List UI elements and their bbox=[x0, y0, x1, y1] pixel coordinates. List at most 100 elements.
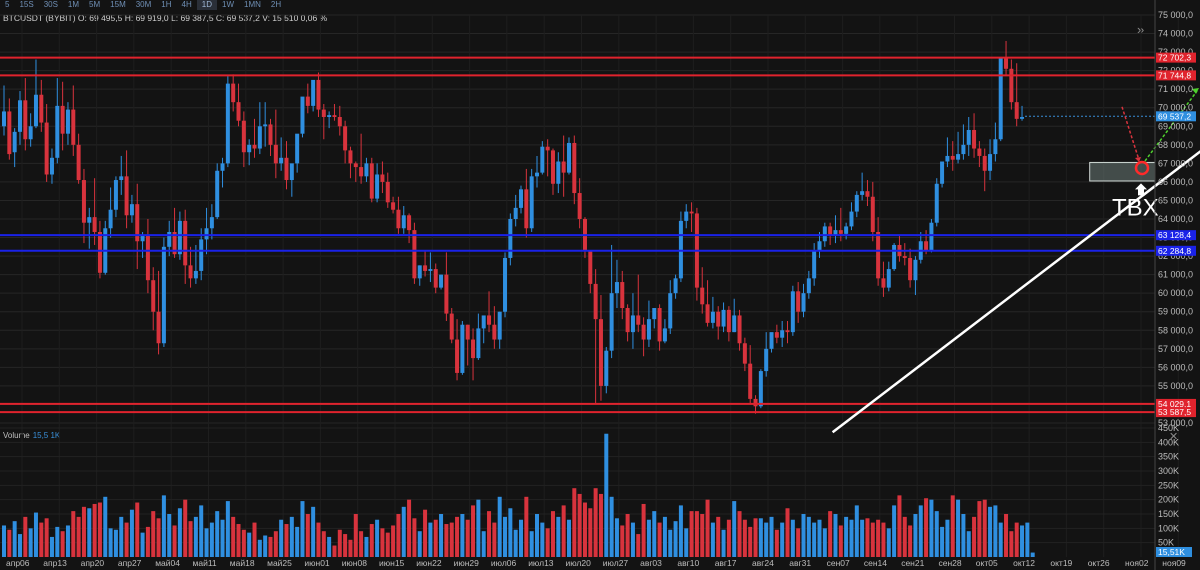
candle-body bbox=[625, 308, 630, 333]
candle-body bbox=[412, 230, 417, 279]
candle-body bbox=[577, 193, 582, 219]
volume-bar bbox=[33, 512, 38, 557]
volume-bar bbox=[455, 516, 460, 557]
volume-bar bbox=[241, 529, 246, 557]
volume-bar bbox=[956, 499, 961, 557]
volume-bar bbox=[748, 526, 753, 557]
candle-body bbox=[140, 235, 145, 242]
candle-body bbox=[471, 339, 476, 359]
candle-body bbox=[1004, 57, 1009, 69]
candle-body bbox=[662, 328, 667, 342]
volume-bar bbox=[268, 536, 273, 557]
candle-body bbox=[726, 309, 731, 333]
candle-body bbox=[449, 313, 454, 340]
volume-bar bbox=[726, 519, 731, 557]
volume-bar bbox=[982, 499, 987, 557]
volume-bar bbox=[65, 525, 70, 557]
annotation-label: TBX bbox=[1112, 194, 1159, 221]
price-tick-label: 74 000,0 bbox=[1158, 29, 1193, 39]
volume-bar bbox=[721, 529, 726, 557]
candle-body bbox=[97, 231, 102, 273]
volume-bar bbox=[710, 522, 715, 557]
candle-body bbox=[39, 94, 44, 123]
volume-bar bbox=[188, 521, 193, 557]
candle-body bbox=[337, 117, 342, 127]
candle-body bbox=[268, 124, 273, 145]
volume-bar bbox=[300, 501, 305, 557]
candle-body bbox=[796, 291, 801, 312]
date-tick-label: ноя02 bbox=[1125, 558, 1149, 568]
candlestick-chart[interactable]: TBX 75 000,074 000,073 000,072 000,071 0… bbox=[0, 0, 1200, 570]
price-grid bbox=[0, 14, 1179, 557]
volume-bar bbox=[113, 529, 118, 557]
candle-body bbox=[721, 309, 726, 327]
candle-body bbox=[2, 111, 6, 127]
volume-bar bbox=[662, 516, 667, 557]
volume-bar bbox=[988, 506, 993, 557]
volume-bar bbox=[737, 511, 742, 557]
candle-body bbox=[49, 157, 54, 175]
candle-body bbox=[359, 167, 364, 177]
volume-bar bbox=[993, 505, 998, 557]
candle-body bbox=[652, 308, 657, 320]
candle-body bbox=[705, 304, 710, 323]
candle-body bbox=[844, 226, 849, 234]
candle-body bbox=[295, 133, 300, 164]
volume-bar bbox=[577, 493, 582, 557]
volume-bar bbox=[385, 532, 390, 557]
volume-bar bbox=[321, 531, 326, 557]
candle-body bbox=[321, 109, 326, 117]
volume-bar bbox=[236, 524, 241, 557]
volume-bar bbox=[55, 526, 60, 557]
candle-body bbox=[540, 146, 545, 173]
candle-body bbox=[961, 144, 966, 155]
volume-bar bbox=[193, 516, 198, 557]
volume-bar bbox=[780, 522, 785, 557]
volume-bar bbox=[684, 528, 689, 557]
price-tick-label: 71 000,0 bbox=[1158, 84, 1193, 94]
volume-bar bbox=[1014, 522, 1019, 557]
volume-bar bbox=[492, 522, 497, 557]
level-label: 62 284,8 bbox=[1158, 246, 1191, 256]
candle-body bbox=[348, 150, 353, 164]
volume-bar bbox=[135, 502, 140, 557]
candle-body bbox=[407, 215, 412, 231]
candle-body bbox=[289, 163, 294, 181]
volume-bar bbox=[977, 501, 982, 557]
volume-bar bbox=[439, 514, 444, 557]
candle-body bbox=[1020, 117, 1025, 119]
candle-body bbox=[225, 83, 230, 164]
volume-bar bbox=[556, 516, 561, 557]
date-tick-label: июл20 bbox=[566, 558, 592, 568]
volume-bar bbox=[529, 531, 534, 557]
volume-axis: 450K400K350K300K250K200K150K100K50K15,51… bbox=[1156, 423, 1192, 557]
volume-bar bbox=[444, 524, 449, 557]
candle-body bbox=[481, 315, 486, 329]
price-tick-label: 68 000,0 bbox=[1158, 140, 1193, 150]
candle-body bbox=[902, 256, 907, 258]
date-tick-label: июн29 bbox=[454, 558, 480, 568]
volume-bar bbox=[337, 529, 342, 557]
volume-bar bbox=[844, 516, 849, 557]
candle-body bbox=[849, 211, 854, 227]
volume-bar bbox=[428, 522, 433, 557]
volume-bar bbox=[204, 528, 209, 557]
volume-bar bbox=[892, 505, 897, 557]
date-tick-label: авг17 bbox=[715, 558, 737, 568]
date-tick-label: май18 bbox=[230, 558, 255, 568]
candle-body bbox=[609, 293, 614, 351]
volume-bar bbox=[2, 525, 6, 557]
price-tick-label: 58 000,0 bbox=[1158, 325, 1193, 335]
price-tick-label: 64 000,0 bbox=[1158, 214, 1193, 224]
annotations: TBX bbox=[831, 88, 1200, 434]
date-tick-label: окт26 bbox=[1088, 558, 1110, 568]
volume-bar bbox=[657, 522, 662, 557]
candle-body bbox=[353, 163, 358, 168]
green-arrow-head bbox=[1192, 88, 1199, 95]
volume-bar bbox=[209, 522, 214, 557]
volume-bar bbox=[471, 505, 476, 557]
volume-bar bbox=[401, 506, 406, 557]
candle-body bbox=[636, 315, 641, 325]
volume-bar bbox=[343, 534, 348, 557]
volume-bar bbox=[764, 522, 769, 557]
